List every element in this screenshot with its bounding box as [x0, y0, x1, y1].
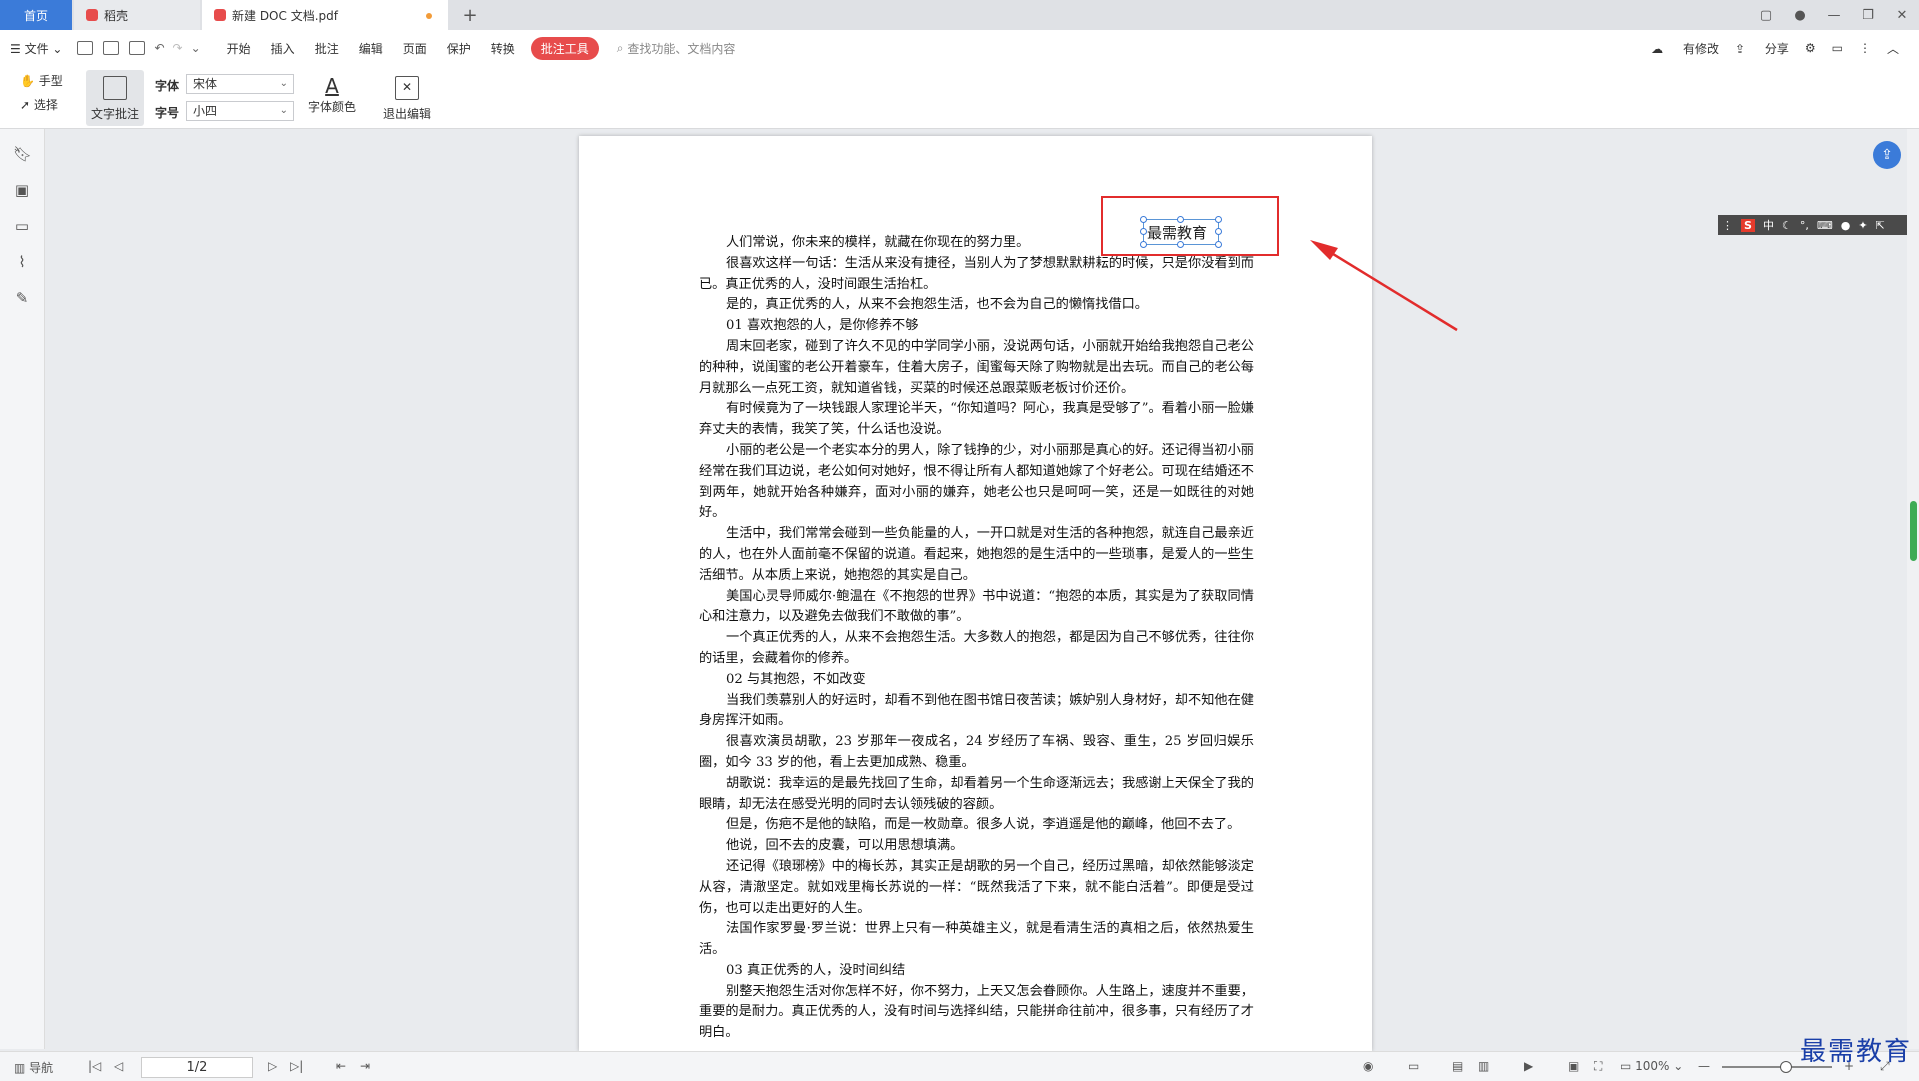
- moon-icon[interactable]: ☾: [1782, 219, 1792, 232]
- scroll-thumb[interactable]: [1910, 501, 1917, 561]
- play-icon[interactable]: ▶: [1524, 1059, 1533, 1073]
- page-indicator: 1/2: [186, 1060, 208, 1075]
- zoom-out-icon[interactable]: —: [1698, 1059, 1710, 1073]
- floating-tool-button[interactable]: ⇪: [1873, 141, 1901, 169]
- fit-width-icon[interactable]: ▣: [1568, 1059, 1579, 1073]
- punct-icon[interactable]: °,: [1800, 219, 1809, 232]
- forward-icon[interactable]: ⇥: [360, 1059, 370, 1073]
- ime-logo[interactable]: S: [1741, 218, 1755, 232]
- single-page-icon[interactable]: ▭: [1408, 1059, 1419, 1073]
- zoom-label: 100%: [1635, 1059, 1670, 1073]
- double-page-icon[interactable]: ▥: [1478, 1059, 1489, 1073]
- zoom-value[interactable]: ▭ 100% ⌄: [1620, 1059, 1683, 1073]
- nav-label: 导航: [29, 1061, 54, 1075]
- vertical-scrollbar[interactable]: [1907, 129, 1919, 1049]
- ime-lang[interactable]: 中: [1763, 217, 1774, 233]
- arrow-line: [1319, 244, 1458, 332]
- nav-toggle[interactable]: ▥ 导航: [14, 1059, 53, 1076]
- status-bar: ▥ 导航 |◁ ◁ 1/2 ▷ ▷| ⇤ ⇥ ◉ ▭ ▤ ▥ ▶ ▣ ⛶ ▭ 1…: [0, 1051, 1919, 1081]
- expand-icon[interactable]: ⇱: [1876, 219, 1885, 232]
- back-icon[interactable]: ⇤: [336, 1059, 346, 1073]
- page-input[interactable]: 1/2: [141, 1057, 253, 1078]
- watermark-text: 最需教育: [1800, 1037, 1913, 1067]
- arrow-head: [1310, 240, 1338, 260]
- zoom-slider-knob[interactable]: [1780, 1061, 1792, 1073]
- first-page-icon[interactable]: |◁: [88, 1059, 101, 1073]
- eye-icon[interactable]: ◉: [1363, 1059, 1373, 1073]
- user-icon[interactable]: ●: [1841, 219, 1851, 232]
- arrow-annotation: [1310, 240, 1458, 332]
- ime-toolbar: ⋮ S 中 ☾ °, ⌨ ● ✦ ⇱: [1718, 215, 1919, 235]
- ime-grip-icon: ⋮: [1722, 218, 1733, 232]
- keyboard-icon[interactable]: ⌨: [1817, 219, 1833, 232]
- next-page-icon[interactable]: ▷: [268, 1059, 277, 1073]
- continuous-icon[interactable]: ▤: [1452, 1059, 1463, 1073]
- prev-page-icon[interactable]: ◁: [114, 1059, 123, 1073]
- fit-page-icon[interactable]: ⛶: [1594, 1059, 1602, 1074]
- last-page-icon[interactable]: ▷|: [290, 1059, 303, 1073]
- wrench-icon[interactable]: ✦: [1858, 219, 1867, 232]
